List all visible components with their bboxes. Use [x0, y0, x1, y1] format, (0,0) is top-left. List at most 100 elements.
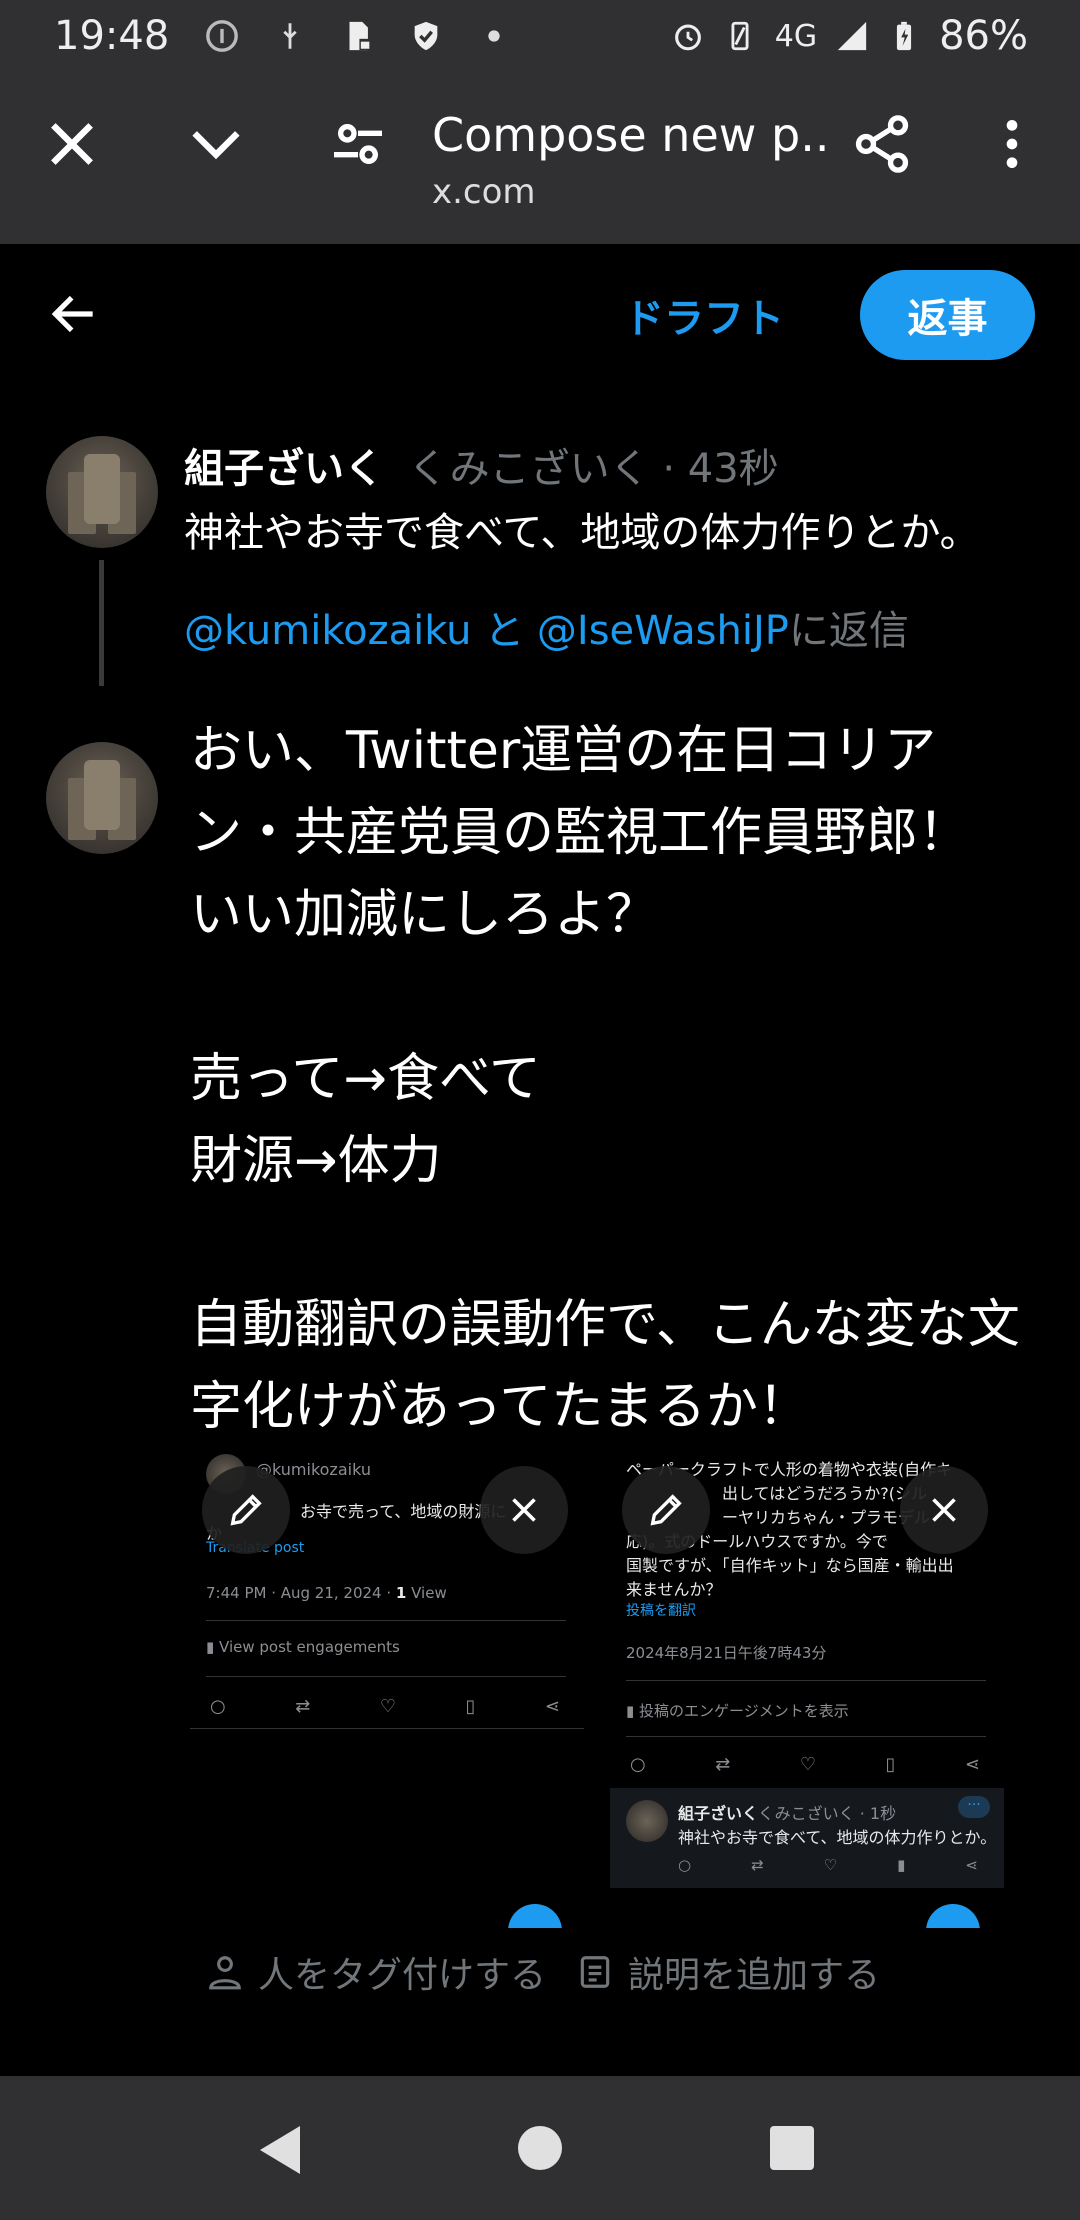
pencil-icon: [230, 1494, 262, 1526]
battery-icon: [897, 21, 912, 51]
media-actions-row: 人をタグ付けする 説明を追加する: [206, 1946, 880, 1998]
screenshot-line: 国製ですが、「自作キット」なら国産・輸出出: [626, 1556, 954, 1575]
screenshot-line: 出してはどうだろうか?(シル: [722, 1484, 927, 1503]
screenshot-reply-name: 組子ざいく: [678, 1804, 759, 1823]
replying-to: @kumikozaiku と @IseWashiJPに返信: [184, 598, 909, 656]
close-icon: [932, 1498, 956, 1522]
close-tab-icon[interactable]: [40, 112, 104, 176]
tag-people-button[interactable]: 人をタグ付けする: [206, 1946, 546, 1998]
site-settings-icon[interactable]: [326, 112, 390, 176]
chevron-down-icon[interactable]: [184, 112, 248, 176]
mention-link[interactable]: @IseWashiJP: [537, 608, 789, 654]
more-horiz-icon: ···: [958, 1796, 990, 1818]
bookmark-icon: ▯: [465, 1696, 476, 1717]
like-icon: ♡: [799, 1754, 816, 1775]
screenshot-divider: [626, 1736, 986, 1737]
reply-button[interactable]: 返事: [860, 270, 1035, 360]
replying-suffix: に返信: [788, 608, 909, 654]
screenshot-reply-card: 組子ざいく くみこざいく · 1秒 神社やお寺で食べて、地域の体力作りとか。 ○…: [610, 1788, 1004, 1888]
screenshot-action-icons: ○ ⇄ ♡ ▯ ⋖: [630, 1754, 980, 1775]
screenshot-engagements-label: 投稿のエンゲージメントを表示: [639, 1702, 849, 1720]
screenshot-meta: 2024年8月21日午後7時43分: [626, 1644, 827, 1662]
share-icon[interactable]: [850, 112, 914, 176]
dot-icon: [488, 30, 500, 42]
add-description-label: 説明を追加する: [628, 1955, 881, 1996]
edit-media-button[interactable]: [202, 1466, 290, 1554]
screenshot-meta-date: 7:44 PM · Aug 21, 2024 ·: [206, 1584, 396, 1602]
signal-icon: [837, 21, 867, 51]
parent-handle-time: くみこざいく · 43秒: [408, 446, 779, 492]
reply-icon: ○: [678, 1856, 692, 1874]
mention-link[interactable]: @kumikozaiku: [184, 608, 471, 654]
share-icon: ⋖: [964, 1754, 980, 1775]
screenshot-reply-actions: ○ ⇄ ♡ ▮ ⋖: [678, 1856, 978, 1874]
description-icon: [580, 1956, 610, 1988]
user-avatar[interactable]: [46, 742, 158, 854]
screenshot-action-icons: ○ ⇄ ♡ ▯ ⋖: [210, 1696, 560, 1717]
nav-recents-icon[interactable]: [770, 2126, 814, 2170]
screenshot-divider: [626, 1680, 986, 1681]
nav-back-icon[interactable]: [260, 2126, 300, 2174]
bookmark-icon: ▯: [885, 1754, 896, 1775]
screenshot-engagements: ▮ View post engagements: [206, 1638, 400, 1656]
sd-card-icon: [349, 21, 372, 51]
screenshot-divider: [206, 1676, 566, 1677]
screenshot-avatar: [626, 1800, 668, 1842]
mention-conjunction: と: [471, 608, 537, 654]
back-arrow-icon[interactable]: [46, 286, 102, 342]
media-progress-dot: [926, 1904, 980, 1928]
remove-media-button[interactable]: [900, 1466, 988, 1554]
like-icon: ♡: [823, 1856, 838, 1874]
bar-chart-icon: ▮: [897, 1856, 906, 1874]
screenshot-view-label: View: [406, 1584, 447, 1602]
page-title[interactable]: Compose new p...: [432, 108, 832, 162]
draft-button[interactable]: ドラフト: [624, 286, 784, 344]
parent-author-name: 組子ざいく: [184, 446, 384, 492]
person-icon: [209, 1956, 241, 1990]
screenshot-text: お寺で売って、地域の財源に: [300, 1502, 507, 1521]
like-icon: ♡: [379, 1696, 396, 1717]
retweet-icon: ⇄: [715, 1754, 731, 1775]
parent-tweet-text: 神社やお寺で食べて、地域の体力作りとか。: [184, 510, 980, 556]
more-vert-icon[interactable]: [980, 112, 1044, 176]
media-attachment-1[interactable]: @kumikozaiku お寺で売って、地域の財源に か Translate p…: [190, 1448, 584, 1928]
info-circle-icon: [206, 20, 239, 52]
screenshot-engagements-label: View post engagements: [219, 1638, 400, 1656]
close-icon: [512, 1498, 536, 1522]
remove-media-button[interactable]: [480, 1466, 568, 1554]
pencil-icon: [650, 1494, 682, 1526]
reply-icon: ○: [630, 1754, 646, 1775]
system-nav-bar: [0, 2076, 1080, 2220]
screenshot-reply-text: 神社やお寺で食べて、地域の体力作りとか。: [678, 1828, 997, 1847]
add-description-button[interactable]: 説明を追加する: [576, 1946, 880, 1998]
screenshot-translate: 投稿を翻訳: [626, 1603, 696, 1619]
screenshot-reply-handle: くみこざいく · 1秒: [758, 1804, 897, 1823]
bar-chart-icon: ▮: [206, 1638, 220, 1656]
page-url[interactable]: x.com: [432, 172, 536, 212]
edit-media-button[interactable]: [622, 1466, 710, 1554]
media-progress-dot: [508, 1904, 562, 1928]
battery-percent: 86%: [939, 13, 1028, 59]
alarm-icon: [674, 24, 701, 51]
screenshot-line: 来ませんか？: [626, 1580, 722, 1599]
parent-avatar[interactable]: [46, 436, 158, 548]
nav-home-icon[interactable]: [518, 2126, 562, 2170]
thread-line: [99, 560, 104, 686]
media-attachment-2[interactable]: ペーパークラフトで人形の着物や衣装(自作キ 出してはどうだろうか?(シル ーヤリ…: [610, 1448, 1004, 1928]
vibrate-icon: [731, 21, 749, 51]
network-type: 4G: [774, 18, 818, 54]
screenshot-divider: [206, 1620, 566, 1621]
screenshot-meta: 7:44 PM · Aug 21, 2024 · 1 View: [206, 1584, 447, 1602]
usb-icon: [283, 23, 297, 49]
bar-chart-icon: ▮: [626, 1702, 640, 1720]
tag-people-label: 人をタグ付けする: [258, 1955, 547, 1996]
browser-toolbar: Compose new p... x.com: [0, 72, 1080, 244]
screenshot-divider: [190, 1728, 584, 1729]
retweet-icon: ⇄: [295, 1696, 311, 1717]
status-time: 19:48: [54, 13, 170, 59]
shield-check-icon: [414, 21, 438, 51]
compose-textarea[interactable]: おい、Twitter運営の在日コリアン・共産党員の監視工作員野郎！ いい加減にし…: [190, 710, 1030, 1448]
screenshot-line: ーヤリカちゃん・プラモデル: [722, 1508, 931, 1527]
screenshot-engagements: ▮ 投稿のエンゲージメントを表示: [626, 1700, 849, 1721]
status-bar: 19:48 4G 86%: [0, 0, 1080, 72]
